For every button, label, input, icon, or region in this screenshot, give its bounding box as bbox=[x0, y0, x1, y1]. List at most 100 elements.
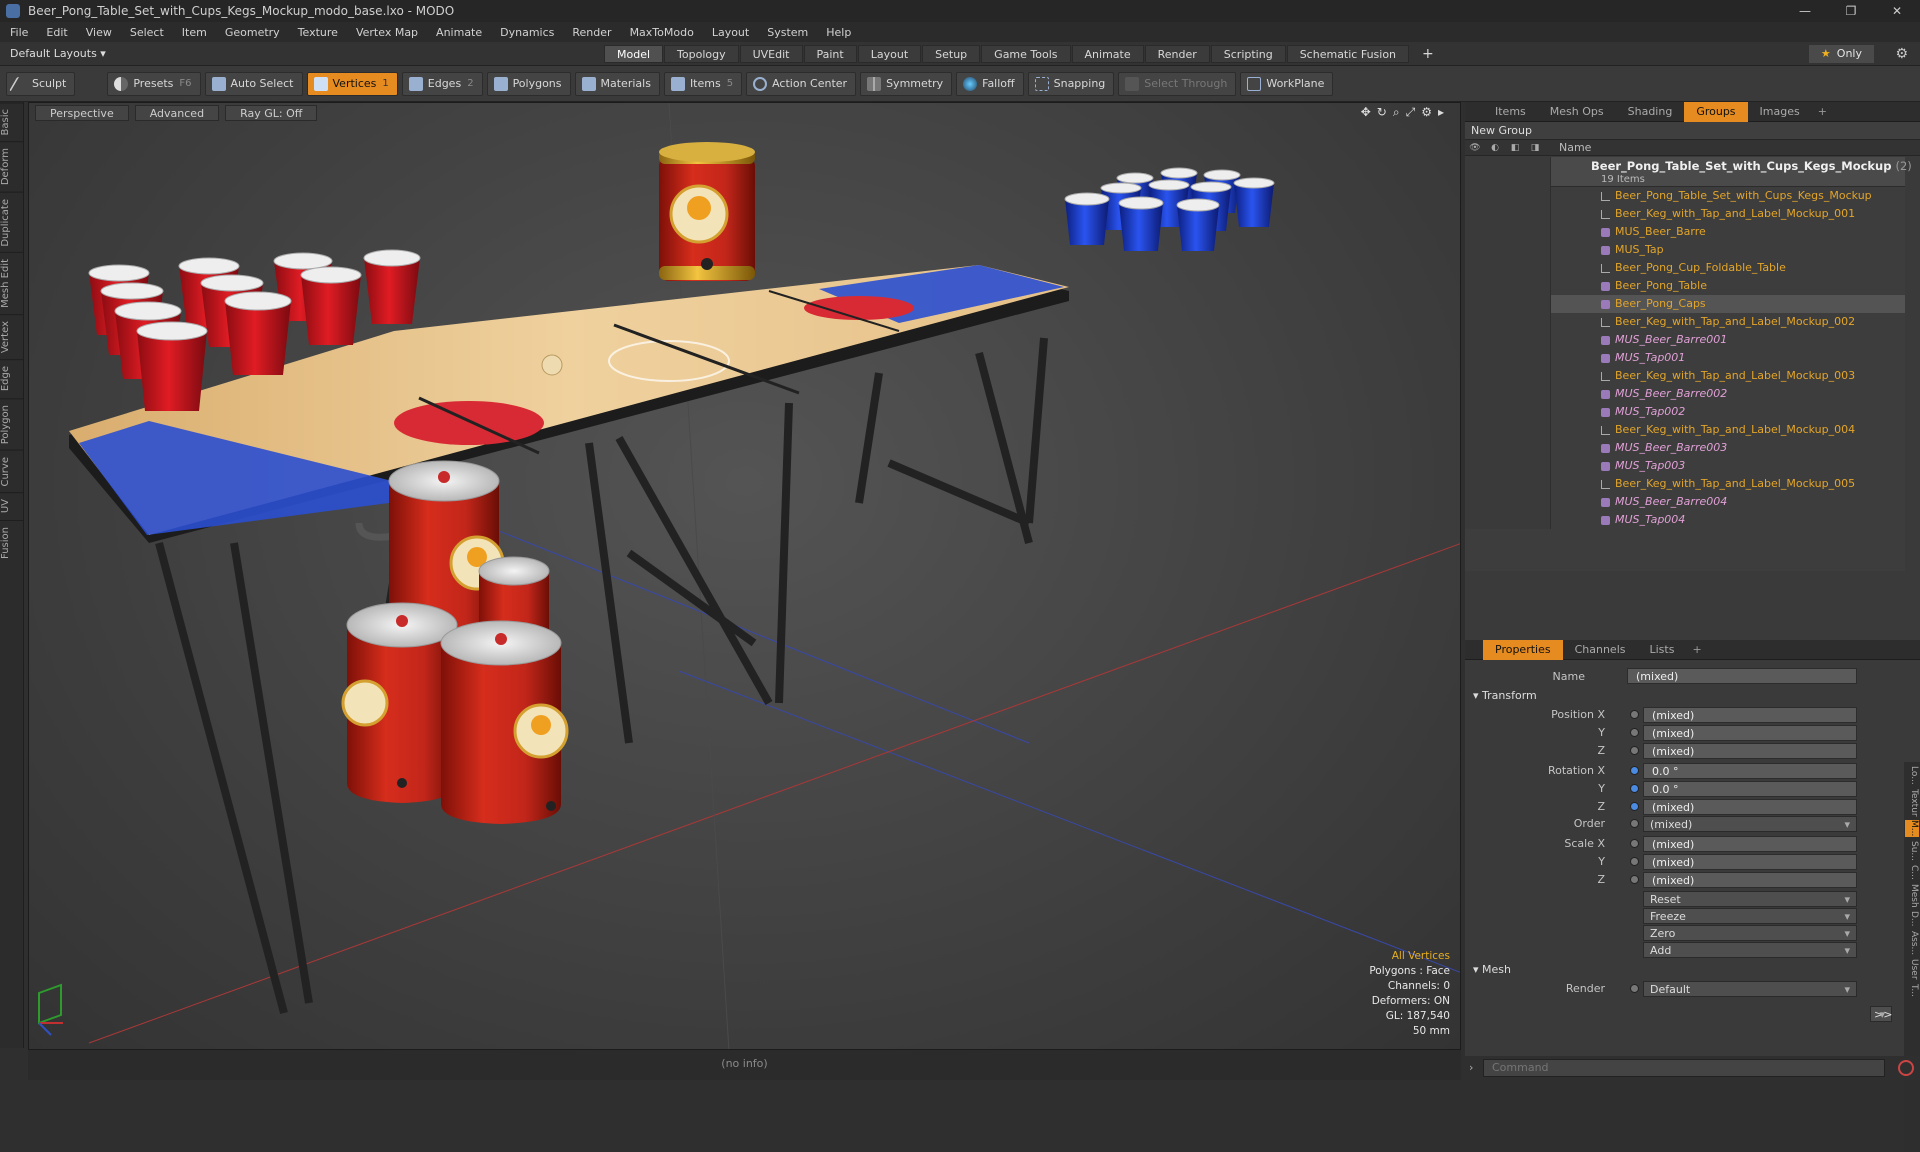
vtab-2[interactable]: M... bbox=[1905, 820, 1919, 837]
minimize-button[interactable]: — bbox=[1782, 0, 1828, 22]
position-y-anim-dot[interactable] bbox=[1630, 728, 1639, 737]
tree-item[interactable]: Beer_Keg_with_Tap_and_Label_Mockup_002 bbox=[1465, 313, 1905, 331]
vtab-5[interactable]: Mesh bbox=[1905, 884, 1919, 908]
position-y-field[interactable]: (mixed) bbox=[1643, 725, 1857, 741]
order-anim-dot[interactable] bbox=[1630, 819, 1639, 828]
scale-x-anim-dot[interactable] bbox=[1630, 839, 1639, 848]
pan-icon[interactable]: ✥ bbox=[1361, 105, 1371, 120]
tab-game-tools[interactable]: Game Tools bbox=[981, 45, 1071, 63]
default-layouts-dropdown[interactable]: Default Layouts ▾ bbox=[10, 47, 106, 60]
tree-item-visibility[interactable] bbox=[1465, 223, 1551, 241]
tree-item-visibility[interactable] bbox=[1465, 277, 1551, 295]
viewport-settings-icon[interactable]: ⚙ bbox=[1421, 105, 1432, 120]
vtab-6[interactable]: D... bbox=[1905, 911, 1919, 927]
position-x-field[interactable]: (mixed) bbox=[1643, 707, 1857, 723]
tree-item[interactable]: Beer_Keg_with_Tap_and_Label_Mockup_004 bbox=[1465, 421, 1905, 439]
tree-item-visibility[interactable] bbox=[1465, 421, 1551, 439]
tab-animate[interactable]: Animate bbox=[1071, 45, 1144, 63]
rotate-icon[interactable]: ↻ bbox=[1377, 105, 1387, 120]
tree-item[interactable]: Beer_Pong_Table_Set_with_Cups_Kegs_Mocku… bbox=[1465, 187, 1905, 205]
tree-item[interactable]: Beer_Pong_Caps bbox=[1465, 295, 1905, 313]
vtab-4[interactable]: C... bbox=[1905, 865, 1919, 880]
rotation-y-field[interactable]: 0.0 ° bbox=[1643, 781, 1857, 797]
tab-images[interactable]: Images bbox=[1748, 102, 1812, 122]
tree-item[interactable]: Beer_Pong_Cup_Foldable_Table bbox=[1465, 259, 1905, 277]
action-center-button[interactable]: Action Center bbox=[746, 71, 857, 96]
tab-mesh-ops[interactable]: Mesh Ops bbox=[1538, 102, 1616, 122]
left-tab-uv[interactable]: UV bbox=[0, 492, 24, 520]
position-z-anim-dot[interactable] bbox=[1630, 746, 1639, 755]
menu-edit[interactable]: Edit bbox=[46, 26, 67, 39]
only-button[interactable]: ★ Only bbox=[1808, 45, 1874, 63]
tab-lists[interactable]: Lists bbox=[1638, 640, 1687, 660]
tree-item[interactable]: MUS_Beer_Barre004 bbox=[1465, 493, 1905, 511]
add-tab-button[interactable]: + bbox=[1410, 45, 1446, 63]
tree-item-visibility[interactable] bbox=[1465, 511, 1551, 529]
rotation-z-anim-dot[interactable] bbox=[1630, 802, 1639, 811]
zoom-icon[interactable]: ⌕ bbox=[1393, 105, 1400, 120]
tree-item-visibility[interactable] bbox=[1465, 349, 1551, 367]
left-tab-mesh-edit[interactable]: Mesh Edit bbox=[0, 252, 24, 315]
tree-item[interactable]: MUS_Beer_Barre003 bbox=[1465, 439, 1905, 457]
add-tab-icon[interactable]: + bbox=[1818, 105, 1827, 118]
tree-item-visibility[interactable] bbox=[1465, 439, 1551, 457]
tree-item-visibility[interactable] bbox=[1465, 313, 1551, 331]
position-x-anim-dot[interactable] bbox=[1630, 710, 1639, 719]
maximize-button[interactable]: ❐ bbox=[1828, 0, 1874, 22]
select-col-icon[interactable]: ◨ bbox=[1525, 143, 1545, 153]
tree-item[interactable]: MUS_Tap001 bbox=[1465, 349, 1905, 367]
transform-section[interactable]: ▾ Transform bbox=[1473, 689, 1537, 702]
tree-item[interactable]: Beer_Pong_Table bbox=[1465, 277, 1905, 295]
left-tab-fusion[interactable]: Fusion bbox=[0, 519, 24, 565]
menu-vertex-map[interactable]: Vertex Map bbox=[356, 26, 418, 39]
edges-button[interactable]: Edges 2 bbox=[401, 71, 483, 96]
presets-button[interactable]: Presets F6 bbox=[107, 71, 201, 96]
gear-icon[interactable]: ⚙ bbox=[1895, 46, 1908, 62]
perspective-dropdown[interactable]: Perspective bbox=[35, 105, 129, 121]
tab-paint[interactable]: Paint bbox=[803, 45, 857, 63]
rotation-x-field[interactable]: 0.0 ° bbox=[1643, 763, 1857, 779]
tree-item[interactable]: MUS_Tap004 bbox=[1465, 511, 1905, 529]
lock-col-icon[interactable]: ◧ bbox=[1505, 143, 1525, 153]
menu-help[interactable]: Help bbox=[826, 26, 851, 39]
tree-item-visibility[interactable] bbox=[1465, 295, 1551, 313]
left-tab-duplicate[interactable]: Duplicate bbox=[0, 191, 24, 253]
order-dropdown[interactable]: (mixed) bbox=[1643, 816, 1857, 833]
tree-item[interactable]: Beer_Keg_with_Tap_and_Label_Mockup_001 bbox=[1465, 205, 1905, 223]
tree-item[interactable]: MUS_Beer_Barre bbox=[1465, 223, 1905, 241]
menu-layout[interactable]: Layout bbox=[712, 26, 749, 39]
auto-select-button[interactable]: Auto Select bbox=[204, 71, 303, 96]
vtab-1[interactable]: Textur bbox=[1905, 789, 1919, 817]
sculpt-button[interactable]: Sculpt bbox=[6, 71, 76, 96]
tree-item-visibility[interactable] bbox=[1465, 331, 1551, 349]
select-through-button[interactable]: Select Through bbox=[1118, 71, 1237, 96]
tree-item-visibility[interactable] bbox=[1465, 385, 1551, 403]
add-dropdown[interactable]: Add bbox=[1643, 942, 1857, 959]
vtab-3[interactable]: Su... bbox=[1905, 841, 1919, 861]
advanced-dropdown[interactable]: Advanced bbox=[134, 105, 220, 121]
tree-item[interactable]: MUS_Tap bbox=[1465, 241, 1905, 259]
tab-setup[interactable]: Setup bbox=[922, 45, 981, 63]
close-button[interactable]: ✕ bbox=[1874, 0, 1920, 22]
tab-topology[interactable]: Topology bbox=[664, 45, 739, 63]
tree-item-visibility[interactable] bbox=[1465, 367, 1551, 385]
tree-item-visibility[interactable] bbox=[1465, 403, 1551, 421]
raygl-dropdown[interactable]: Ray GL: Off bbox=[225, 105, 318, 121]
rotation-z-field[interactable]: (mixed) bbox=[1643, 799, 1857, 815]
tree-item-visibility[interactable] bbox=[1465, 457, 1551, 475]
position-z-field[interactable]: (mixed) bbox=[1643, 743, 1857, 759]
menu-texture[interactable]: Texture bbox=[298, 26, 338, 39]
tree-item[interactable]: Beer_Keg_with_Tap_and_Label_Mockup_005 bbox=[1465, 475, 1905, 493]
tree-item[interactable]: MUS_Tap002 bbox=[1465, 403, 1905, 421]
menu-animate[interactable]: Animate bbox=[436, 26, 482, 39]
tab-groups[interactable]: Groups bbox=[1684, 101, 1748, 122]
menu-dynamics[interactable]: Dynamics bbox=[500, 26, 554, 39]
tree-item-visibility[interactable] bbox=[1465, 475, 1551, 493]
left-tab-edge[interactable]: Edge bbox=[0, 359, 24, 398]
stop-icon[interactable] bbox=[1898, 1060, 1914, 1076]
rotation-y-anim-dot[interactable] bbox=[1630, 784, 1639, 793]
menu-view[interactable]: View bbox=[86, 26, 112, 39]
tree-root[interactable]: Beer_Pong_Table_Set_with_Cups_Kegs_Mocku… bbox=[1465, 157, 1912, 187]
render-anim-dot[interactable] bbox=[1630, 984, 1639, 993]
zero-dropdown[interactable]: Zero bbox=[1643, 925, 1857, 942]
